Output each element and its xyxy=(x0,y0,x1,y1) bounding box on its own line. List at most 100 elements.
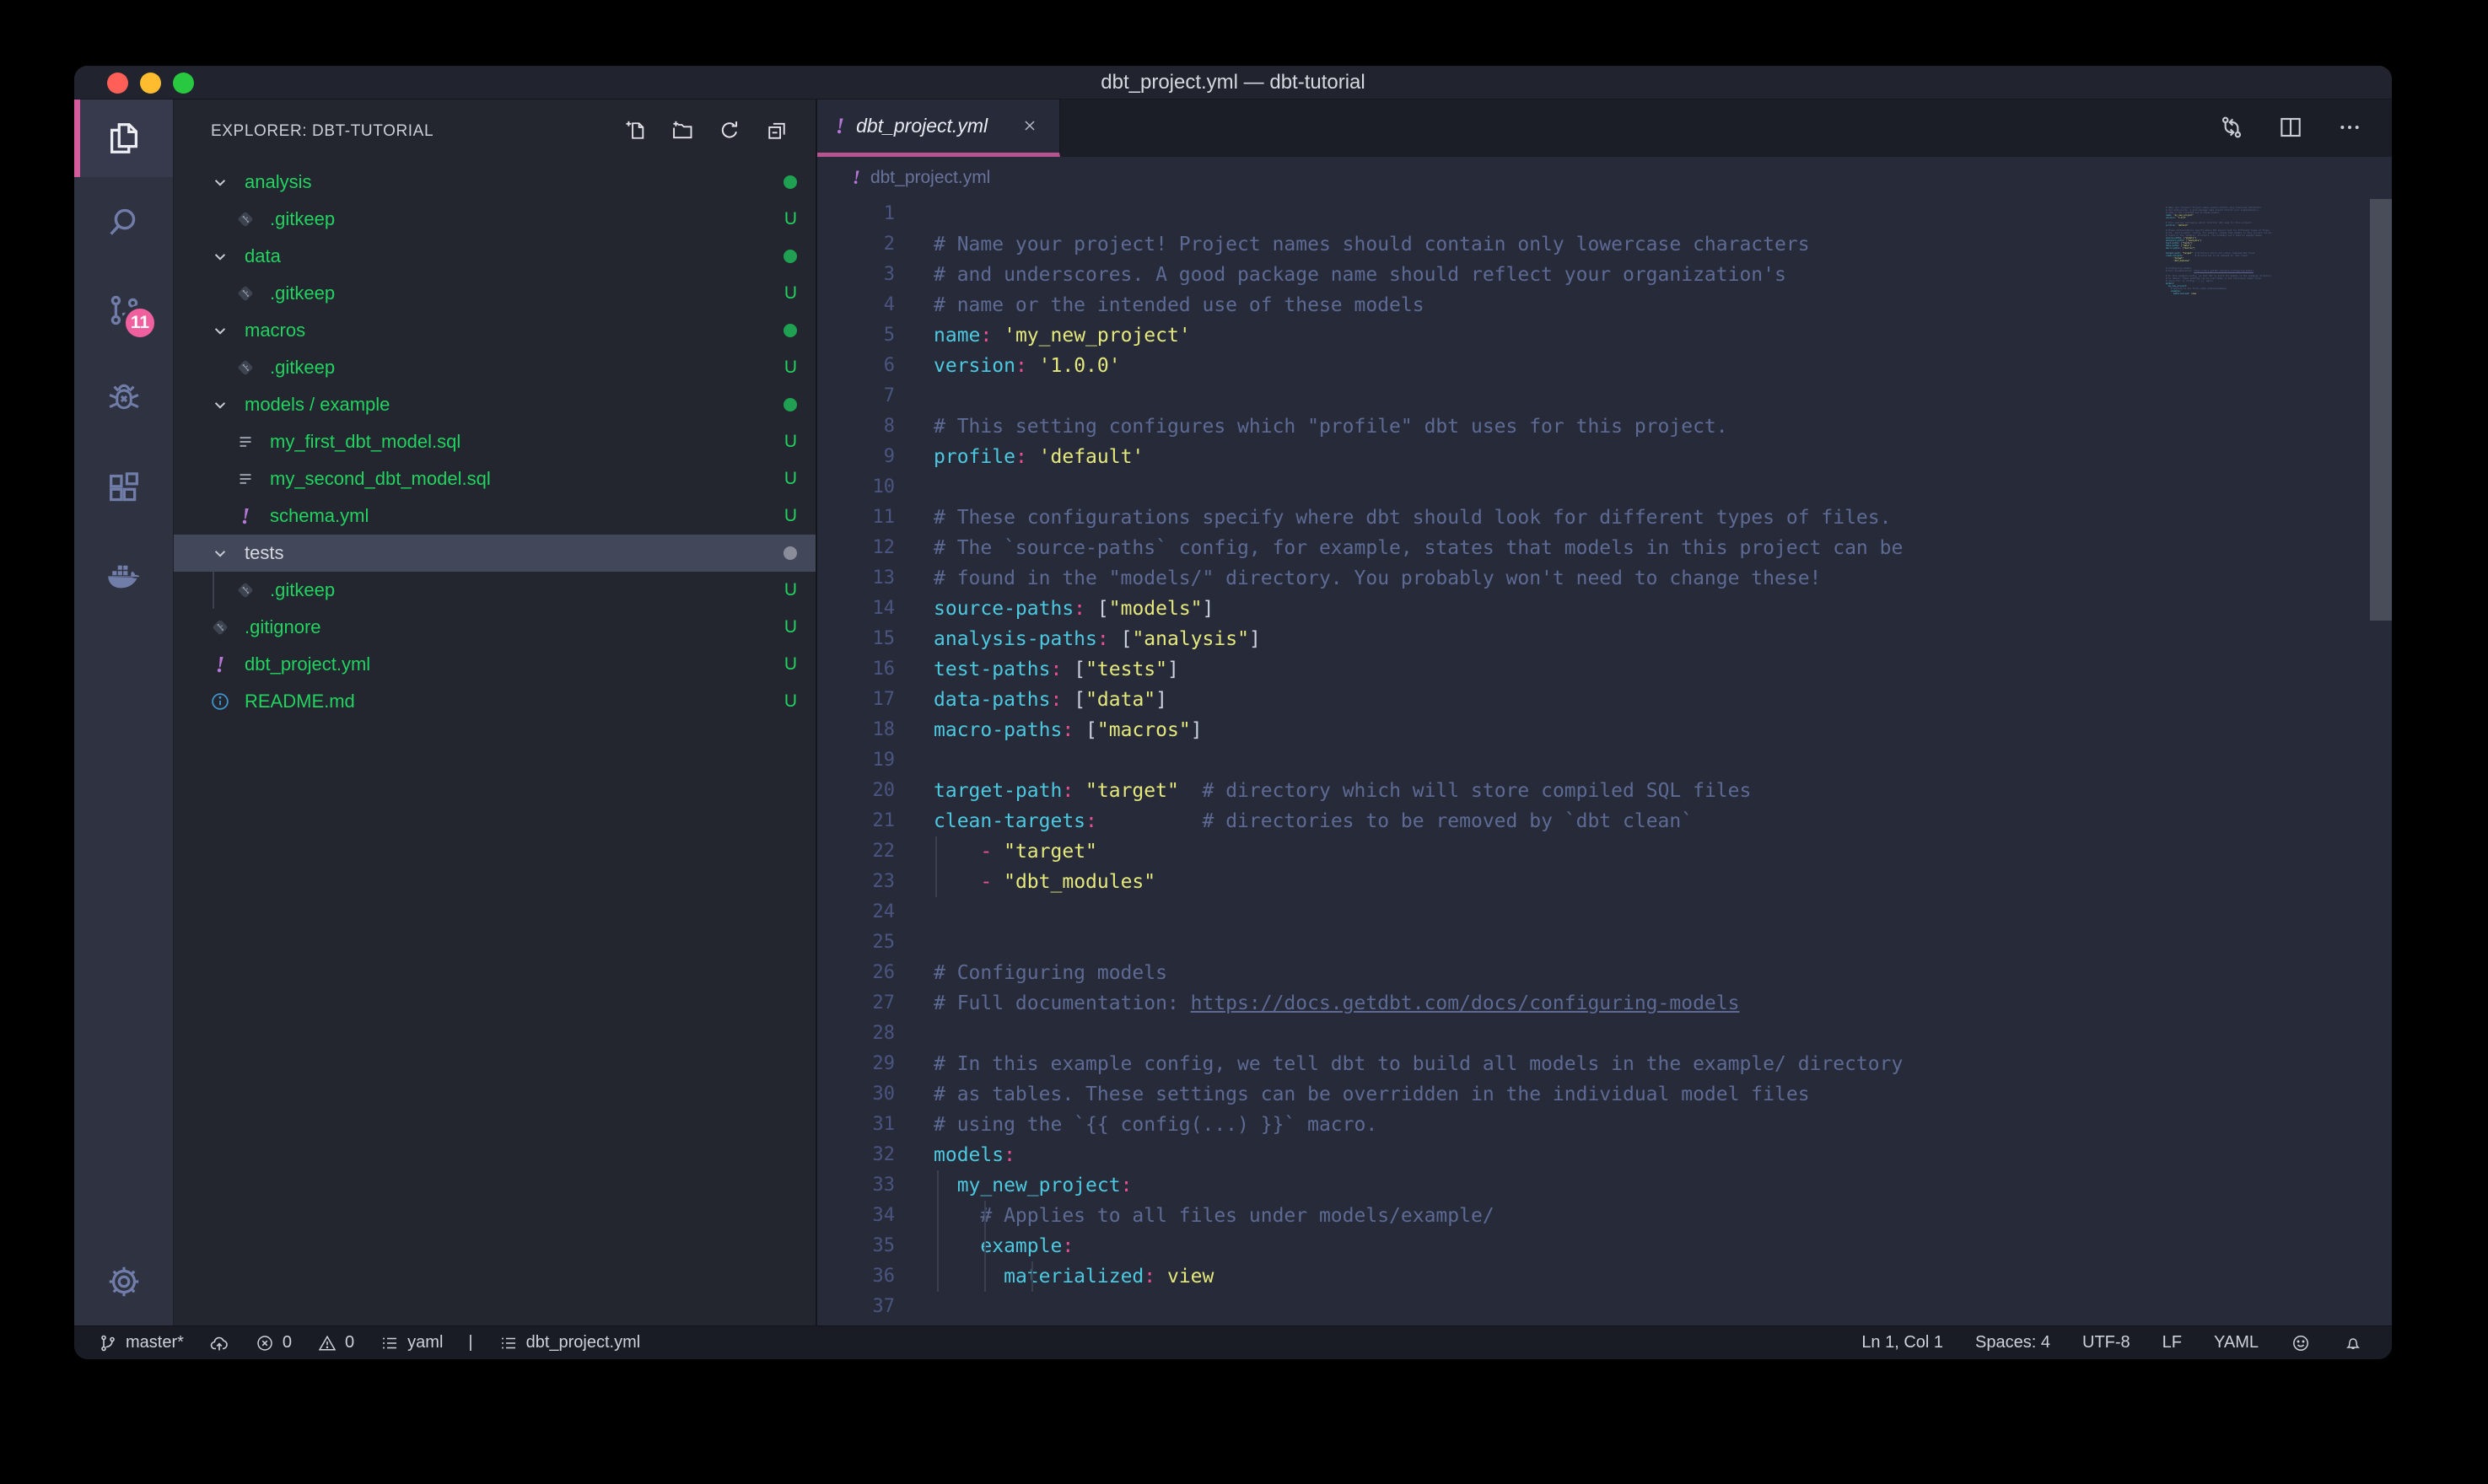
status-notifications-bell[interactable] xyxy=(2343,1333,2363,1353)
tree-item-readme-md[interactable]: README.mdU xyxy=(174,683,816,720)
status-branch-indicator[interactable]: master* xyxy=(98,1333,184,1353)
tree-item--gitkeep[interactable]: .gitkeepU xyxy=(174,201,816,238)
code-line-4[interactable]: 4# name or the intended use of these mod… xyxy=(817,290,2392,320)
minimap[interactable]: # Name your project! Project names shoul… xyxy=(2166,204,2367,298)
close-tab-icon[interactable] xyxy=(1021,116,1041,137)
collapse-all-button[interactable] xyxy=(765,119,790,144)
code-editor[interactable]: 12# Name your project! Project names sho… xyxy=(817,199,2392,1325)
tree-item-tests[interactable]: tests xyxy=(174,535,816,572)
status-encoding-indicator[interactable]: UTF-8 xyxy=(2082,1333,2130,1352)
code-line-33[interactable]: 33 my_new_project: xyxy=(817,1170,2392,1201)
tree-item--gitkeep[interactable]: .gitkeepU xyxy=(174,572,816,609)
status-line-col-indicator[interactable]: Ln 1, Col 1 xyxy=(1861,1333,1943,1352)
scrollbar-thumb[interactable] xyxy=(2370,199,2392,621)
line-number: 9 xyxy=(817,442,895,472)
code-line-13[interactable]: 13# found in the "models/" directory. Yo… xyxy=(817,563,2392,594)
code-line-25[interactable]: 25 xyxy=(817,928,2392,958)
tree-item-my-first-dbt-model-sql[interactable]: my_first_dbt_model.sqlU xyxy=(174,423,816,460)
code-line-14[interactable]: 14source-paths: ["models"] xyxy=(817,594,2392,624)
status-language-indicator[interactable]: YAML xyxy=(2214,1333,2259,1352)
code-line-6[interactable]: 6version: '1.0.0' xyxy=(817,351,2392,381)
code-line-32[interactable]: 32models: xyxy=(817,1140,2392,1170)
code-line-19[interactable]: 19 xyxy=(817,745,2392,776)
tab-dbt-project-yml[interactable]: ! dbt_project.yml xyxy=(817,99,1060,157)
more-actions-button[interactable] xyxy=(2336,114,2365,142)
tree-item-label: dbt_project.yml xyxy=(245,653,776,675)
tree-item-macros[interactable]: macros xyxy=(174,312,816,349)
tree-item-data[interactable]: data xyxy=(174,238,816,275)
code-line-11[interactable]: 11# These configurations specify where d… xyxy=(817,503,2392,533)
activity-item-explorer[interactable] xyxy=(74,99,173,177)
tree-item-my-second-dbt-model-sql[interactable]: my_second_dbt_model.sqlU xyxy=(174,460,816,497)
status-warnings-indicator[interactable]: 0 xyxy=(317,1333,354,1353)
status-feedback-smiley[interactable] xyxy=(2291,1333,2311,1353)
code-line-34[interactable]: 34 # Applies to all files under models/e… xyxy=(817,1201,2392,1231)
line-number: 21 xyxy=(817,806,895,836)
code-line-31[interactable]: 31# using the `{{ config(...) }}` macro. xyxy=(817,1110,2392,1140)
code-line-3[interactable]: 3# and underscores. A good package name … xyxy=(817,260,2392,290)
activity-item-extensions[interactable] xyxy=(74,443,173,531)
tree-item-analysis[interactable]: analysis xyxy=(174,164,816,201)
code-line-28[interactable]: 28 xyxy=(817,1019,2392,1049)
line-number: 6 xyxy=(817,351,895,381)
line-number: 2 xyxy=(817,229,895,260)
code-line-1[interactable]: 1 xyxy=(817,199,2392,229)
warning-icon xyxy=(317,1333,337,1353)
code-line-15[interactable]: 15analysis-paths: ["analysis"] xyxy=(817,624,2392,654)
tree-item--gitkeep[interactable]: .gitkeepU xyxy=(174,349,816,386)
code-line-17[interactable]: 17data-paths: ["data"] xyxy=(817,685,2392,715)
line-number: 36 xyxy=(817,1261,895,1292)
activity-item-source-control[interactable]: 11 xyxy=(74,266,173,354)
code-line-5[interactable]: 5name: 'my_new_project' xyxy=(817,320,2392,351)
vscode-window: dbt_project.yml — dbt-tutorial 11 EXPLOR… xyxy=(74,66,2392,1359)
code-line-23[interactable]: 23 - "dbt_modules" xyxy=(817,867,2392,897)
code-line-36[interactable]: 36 materialized: view xyxy=(817,1261,2392,1292)
code-line-21[interactable]: 21clean-targets: # directories to be rem… xyxy=(817,806,2392,836)
code-line-7[interactable]: 7 xyxy=(817,381,2392,411)
code-line-16[interactable]: 16test-paths: ["tests"] xyxy=(817,654,2392,685)
status-label: LF xyxy=(2162,1333,2182,1352)
status-outline-file-indicator[interactable]: dbt_project.yml xyxy=(498,1333,641,1353)
status-indentation-indicator[interactable]: Spaces: 4 xyxy=(1975,1333,2050,1352)
code-line-20[interactable]: 20target-path: "target" # directory whic… xyxy=(817,776,2392,806)
status-outline-yaml-indicator[interactable]: yaml xyxy=(380,1333,443,1353)
activity-item-search[interactable] xyxy=(74,177,173,266)
files-icon xyxy=(105,119,143,158)
code-line-8[interactable]: 8# This setting configures which "profil… xyxy=(817,411,2392,442)
code-line-2[interactable]: 2# Name your project! Project names shou… xyxy=(817,229,2392,260)
code-line-24[interactable]: 24 xyxy=(817,897,2392,928)
breadcrumb[interactable]: ! dbt_project.yml xyxy=(817,157,2392,199)
code-line-10[interactable]: 10 xyxy=(817,472,2392,503)
new-folder-button[interactable] xyxy=(670,119,696,144)
activity-item-settings[interactable] xyxy=(74,1237,173,1325)
code-line-12[interactable]: 12# The `source-paths` config, for examp… xyxy=(817,533,2392,563)
code-line-35[interactable]: 35 example: xyxy=(817,1231,2392,1261)
status-publish-button[interactable] xyxy=(209,1333,229,1353)
tree-item-models-example[interactable]: models / example xyxy=(174,386,816,423)
zoom-window-button[interactable] xyxy=(173,73,194,94)
tree-item--gitkeep[interactable]: .gitkeepU xyxy=(174,275,816,312)
tree-item--gitignore[interactable]: .gitignoreU xyxy=(174,609,816,646)
code-line-9[interactable]: 9profile: 'default' xyxy=(817,442,2392,472)
code-line-29[interactable]: 29# In this example config, we tell dbt … xyxy=(817,1049,2392,1079)
close-window-button[interactable] xyxy=(107,73,128,94)
code-line-26[interactable]: 26# Configuring models xyxy=(817,958,2392,988)
code-line-37[interactable]: 37 xyxy=(817,1292,2392,1322)
code-line-27[interactable]: 27# Full documentation: https://docs.get… xyxy=(817,988,2392,1019)
minimize-window-button[interactable] xyxy=(140,73,161,94)
open-changes-button[interactable] xyxy=(2218,114,2247,142)
activity-item-docker[interactable] xyxy=(74,531,173,620)
activity-item-debug[interactable] xyxy=(74,354,173,443)
new-file-button[interactable] xyxy=(623,119,649,144)
code-line-30[interactable]: 30# as tables. These settings can be ove… xyxy=(817,1079,2392,1110)
code-line-18[interactable]: 18macro-paths: ["macros"] xyxy=(817,715,2392,745)
tree-item-schema-yml[interactable]: !schema.ymlU xyxy=(174,497,816,535)
code-line-22[interactable]: 22 - "target" xyxy=(817,836,2392,867)
git-status-dot xyxy=(784,546,797,560)
status-errors-indicator[interactable]: 0 xyxy=(255,1333,292,1353)
split-editor-button[interactable] xyxy=(2277,114,2306,142)
tree-item-dbt-project-yml[interactable]: !dbt_project.ymlU xyxy=(174,646,816,683)
status-eol-indicator[interactable]: LF xyxy=(2162,1333,2182,1352)
refresh-button[interactable] xyxy=(718,119,743,144)
indent-guide xyxy=(1031,1261,1033,1292)
